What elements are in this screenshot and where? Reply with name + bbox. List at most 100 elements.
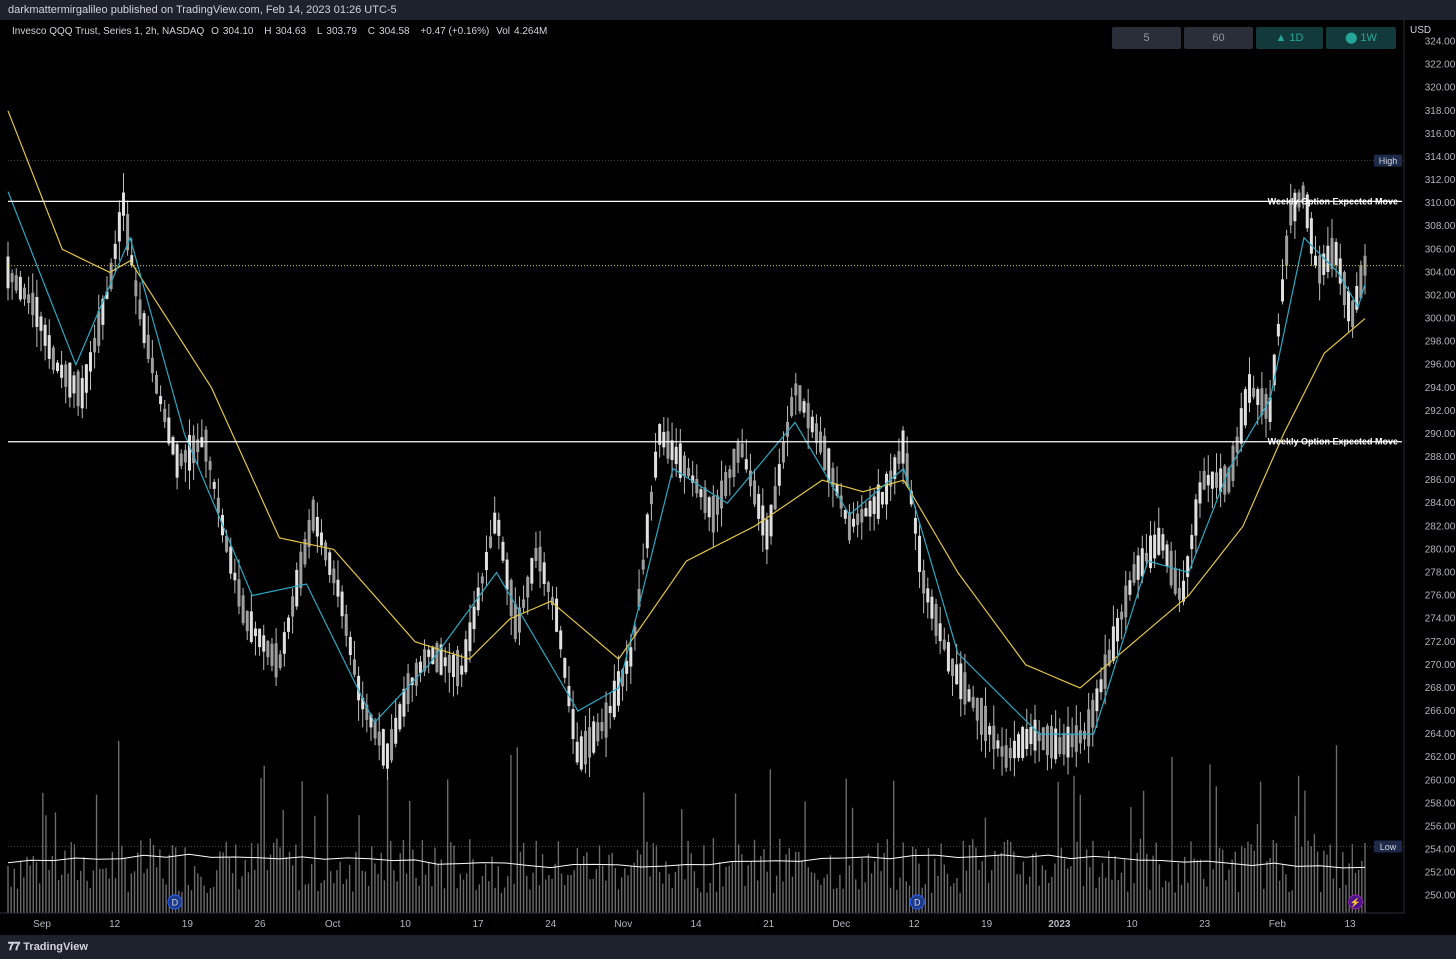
x-tick-label: Dec [832,919,850,930]
candle-body [390,729,394,761]
candle-body [311,499,315,531]
candle-body [1235,436,1239,453]
chart-legend: Invesco QQQ Trust, Series 1, 2h, NASDAQ … [12,26,555,37]
candle-body [1017,734,1021,758]
candle-body [414,662,418,686]
candle-body [666,431,670,459]
event-marker[interactable]: ⚡ [1348,894,1364,910]
event-marker[interactable]: D [167,894,183,910]
y-tick-label: 300.00 [1425,314,1456,325]
event-marker-label: D [172,898,179,908]
candle-body [324,542,328,561]
candle-body [885,473,889,505]
candle-body [97,311,101,346]
candle-body [1136,555,1140,580]
candle-body [654,451,658,478]
candle-body [80,378,84,409]
timeframe-5-button[interactable]: 5 [1112,27,1181,49]
candle-body [744,459,748,470]
candle-body [68,362,72,398]
candle [1021,725,1025,761]
candle-body [1318,255,1322,284]
candle-body [1190,535,1194,550]
candle-body [938,623,942,642]
candle-body [1186,556,1190,577]
candle-body [1347,291,1351,322]
candle-body [394,717,398,744]
candle-body [47,335,51,359]
low-label: L [316,26,323,37]
candle-body [868,500,872,517]
candle-body [484,551,488,571]
timeframe-1d-button[interactable]: ▲ 1D [1256,27,1323,49]
candle-body [1281,279,1285,302]
candle-body [1215,472,1219,488]
y-tick-label: 286.00 [1425,475,1456,486]
candle-body [249,611,253,642]
x-tick-label: 23 [1199,919,1211,930]
candle-body [183,450,187,463]
candle-body [736,442,740,463]
candle-body [1087,709,1091,747]
y-tick-label: 274.00 [1425,614,1456,625]
candle-body [64,364,68,387]
candle-body [1099,679,1103,693]
candle-body [588,727,592,758]
event-marker[interactable]: D [909,894,925,910]
candle-body [505,559,509,590]
candle-body [1276,323,1280,337]
candle-body [604,702,608,738]
candle-body [769,504,773,537]
candle-body [497,519,501,536]
y-tick-label: 294.00 [1425,383,1456,394]
candle-body [121,192,125,216]
candle-body [670,440,674,461]
y-tick-label: 270.00 [1425,660,1456,671]
candle-body [216,497,220,513]
candle-body [319,532,323,546]
candle-body [852,518,856,527]
x-tick-label: 10 [400,919,412,930]
candle-body [695,478,699,494]
candle-body [930,596,934,619]
candle [798,385,802,414]
y-tick-label: 282.00 [1425,521,1456,532]
high-value: 304.63 [275,26,307,37]
candle-body [1120,611,1124,620]
candle-body [398,704,402,730]
candle-body [963,672,967,705]
candle-body [753,480,757,505]
candle-body [979,698,983,735]
timeframe-60-button[interactable]: 60 [1184,27,1253,49]
candle-body [295,569,299,607]
candle-body [1206,474,1210,486]
y-tick-label: 312.00 [1425,175,1456,186]
candle-body [1314,255,1318,266]
x-tick-label: 14 [690,919,702,930]
y-tick-label: 264.00 [1425,729,1456,740]
candle-body [76,371,80,407]
y-tick-label: 302.00 [1425,290,1456,301]
price-chart[interactable]: Weekly Option Expected Move310.15Weekly … [0,20,1456,935]
candle-body [278,654,282,669]
candle-body [1351,300,1355,328]
candle-body [649,491,653,505]
candle-body [22,287,26,300]
candle-body [291,596,295,617]
candle-body [171,437,175,455]
candle-body [307,519,311,547]
candle-body [381,729,385,766]
candle-body [526,576,530,598]
timeframe-1w-button[interactable]: ⬤ 1W [1326,27,1396,49]
open-label: O [211,26,219,37]
candle [142,310,146,349]
candle-body [728,469,732,478]
candle-body [154,374,158,394]
candle-body [992,725,996,750]
candle-body [513,603,517,640]
y-tick-label: 316.00 [1425,129,1456,140]
candle-body [856,513,860,525]
candle-body [418,661,422,673]
candle-body [563,658,567,678]
candle-body [810,416,814,433]
